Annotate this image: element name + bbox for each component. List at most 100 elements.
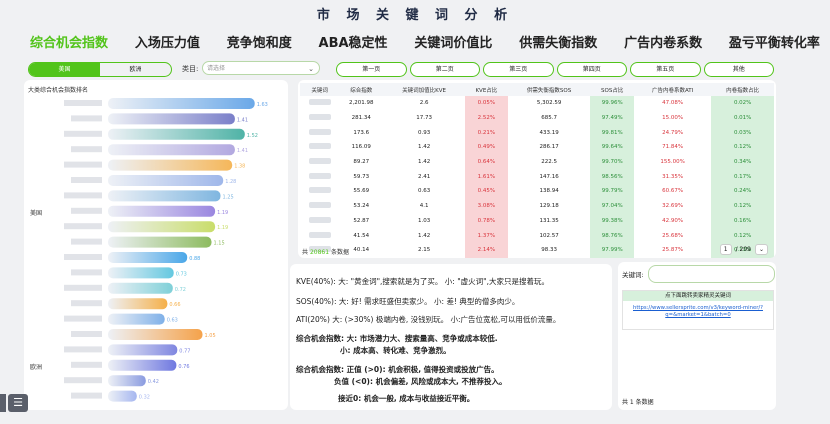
table-cell: 99.38% [590,213,634,229]
column-header[interactable]: 综合指数 [339,83,384,96]
footer-prefix: 共 [302,249,309,256]
table-row[interactable]: 52.87 1.03 0.78% 131.35 99.38% 42.90% 0.16% [300,213,774,229]
column-header[interactable]: 广告内卷系数ATI [633,83,712,96]
page-button-2[interactable]: 第二页 [409,62,480,77]
bar-value-label: 1.25 [223,194,234,200]
group-label: 美国 [30,209,42,217]
bar-value-label: 1.15 [214,241,225,247]
column-header[interactable]: 内卷指数占比 [711,83,774,96]
redacted-block [308,202,331,209]
bar[interactable] [108,390,137,402]
table-row[interactable]: 53.24 4.1 3.08% 129.18 97.04% 32.69% 0.12% [300,198,774,214]
redacted-block [308,114,331,121]
page-button-4[interactable]: 第四页 [556,62,627,77]
bar-value-label: 1.41 [237,148,248,154]
table-cell: 0.12% [711,198,774,214]
chevron-down-icon[interactable]: ⌄ [754,244,768,255]
tab-ad-involution[interactable]: 广告内卷系数 [624,32,702,51]
table-row[interactable]: 116.09 1.42 0.49% 286.17 99.64% 71.84% 0.12% [300,140,774,155]
column-header[interactable]: SOS占比 [590,83,634,96]
table-cell: 1.03 [417,217,431,224]
keyword-cell-redacted [300,184,339,199]
page-button-3[interactable]: 第三页 [483,62,554,77]
keyword-lookup-card: 关键词: 点下面跳转卖家精灵关键词 https://www.sellerspri… [618,262,776,410]
bar[interactable] [108,298,168,310]
table-row[interactable]: 41.54 1.42 1.37% 102.57 98.76% 25.68% 0.12% [300,228,774,243]
tab-keyword-value-ratio[interactable]: 关键词价值比 [414,32,492,51]
tab-entry-pressure[interactable]: 入场压力值 [135,32,200,51]
category-label: 类目: [182,65,199,73]
tab-opportunity-index[interactable]: 综合机会指数 [30,32,108,51]
table-cell: 1.37% [465,228,508,243]
redacted-category-label [71,238,102,245]
keyword-cell-redacted [300,111,339,126]
table-row[interactable]: 40.14 2.15 2.14% 98.33 97.99% 25.87% 0.13% [300,242,774,258]
bar[interactable] [108,144,235,156]
redacted-block [308,231,331,238]
table-cell: 2,201.98 [348,100,374,107]
bar[interactable] [108,282,173,294]
bar[interactable] [108,128,245,140]
keyword-table: 关键词 综合指数 关键词加值比KVE KVE占比 供需失衡指数SOS SOS占比 广告内卷系… [300,83,774,258]
table-row[interactable]: 59.73 2.41 1.61% 147.16 98.56% 31.35% 0.17% [300,169,774,185]
tab-breakeven-conversion[interactable]: 盈亏平衡转化率 [729,32,820,51]
bar[interactable] [108,313,165,325]
table-row[interactable]: 173.6 0.93 0.21% 433.19 99.81% 24.79% 0.03% [300,125,774,141]
table-cell: 1.42 [417,144,431,151]
redacted-block [308,143,331,150]
sellersprite-link[interactable]: https://www.sellersprite.com/v3/keyword-… [623,305,773,319]
bar[interactable] [108,113,235,125]
bar[interactable] [108,175,224,186]
keyword-table-card: 关键词 综合指数 关键词加值比KVE KVE占比 供需失衡指数SOS SOS占比 广告内卷系… [298,80,776,258]
table-cell: 685.7 [541,115,557,122]
page-button-other[interactable]: 其他 [703,62,774,77]
column-header[interactable]: 关键词 [300,83,340,96]
table-footer: 共 20861 条数据 [302,247,349,256]
list-icon[interactable]: ☰ [8,394,28,412]
bar-value-label: 1.19 [217,210,228,216]
table-cell: 59.73 [353,173,370,180]
link-box: 点下面跳转卖家精灵关键词 https://www.sellersprite.co… [622,290,774,330]
region-eu-button[interactable]: 欧洲 [100,63,171,76]
bar[interactable] [108,375,146,387]
tab-aba-stability[interactable]: ABA稳定性 [319,32,388,51]
column-header[interactable]: 关键词加值比KVE [383,83,466,96]
bar[interactable] [108,329,203,340]
table-row[interactable]: 281.34 17.73 2.52% 685.7 97.49% 15.00% 0.01% [300,110,774,126]
table-row[interactable]: 2,201.98 2.6 0.05% 5,302.59 99.96% 47.08% 0.02… [300,96,774,111]
bar[interactable] [108,159,233,171]
bar[interactable] [108,344,178,356]
keyword-label: 关键词: [622,271,644,279]
table-body: 2,201.98 2.6 0.05% 5,302.59 99.96% 47.08% 0.02… [300,96,774,258]
keyword-cell-redacted [300,228,339,243]
page-button-1[interactable]: 第一页 [336,62,407,77]
table-cell: 5,302.59 [536,100,562,107]
pager-current-input[interactable]: 1 [719,244,732,255]
bar[interactable] [108,190,221,202]
column-header[interactable]: KVE占比 [465,83,508,96]
bar[interactable] [108,98,255,109]
bar[interactable] [108,359,177,371]
category-select[interactable]: 请选择 ⌄ [202,61,320,75]
bar-value-label: 1.38 [234,164,245,170]
redacted-category-label [64,284,102,291]
table-row[interactable]: 55.69 0.63 0.45% 138.94 99.79% 60.67% 0.24% [300,184,774,199]
table-cell: 0.24% [711,184,774,199]
group-label: 欧洲 [30,363,42,371]
table-cell: 0.12% [711,228,774,243]
tab-supply-demand[interactable]: 供需失衡指数 [519,32,597,51]
region-us-button[interactable]: 美国 [29,63,100,76]
bar[interactable] [108,221,216,233]
tab-competition-saturation[interactable]: 竞争饱和度 [227,32,292,51]
table-cell: 52.87 [353,217,370,224]
bar[interactable] [108,267,174,279]
keyword-cell-redacted [300,155,339,170]
table-cell: 15.00% [662,115,684,122]
bar[interactable] [108,252,188,263]
keyword-input[interactable] [648,265,775,283]
page-button-5[interactable]: 第五页 [630,62,701,77]
bar[interactable] [108,205,216,217]
column-header[interactable]: 供需失衡指数SOS [507,83,591,96]
table-row[interactable]: 89.27 1.42 0.64% 222.5 99.70% 155.00% 0.34% [300,154,774,170]
bar[interactable] [108,236,212,248]
